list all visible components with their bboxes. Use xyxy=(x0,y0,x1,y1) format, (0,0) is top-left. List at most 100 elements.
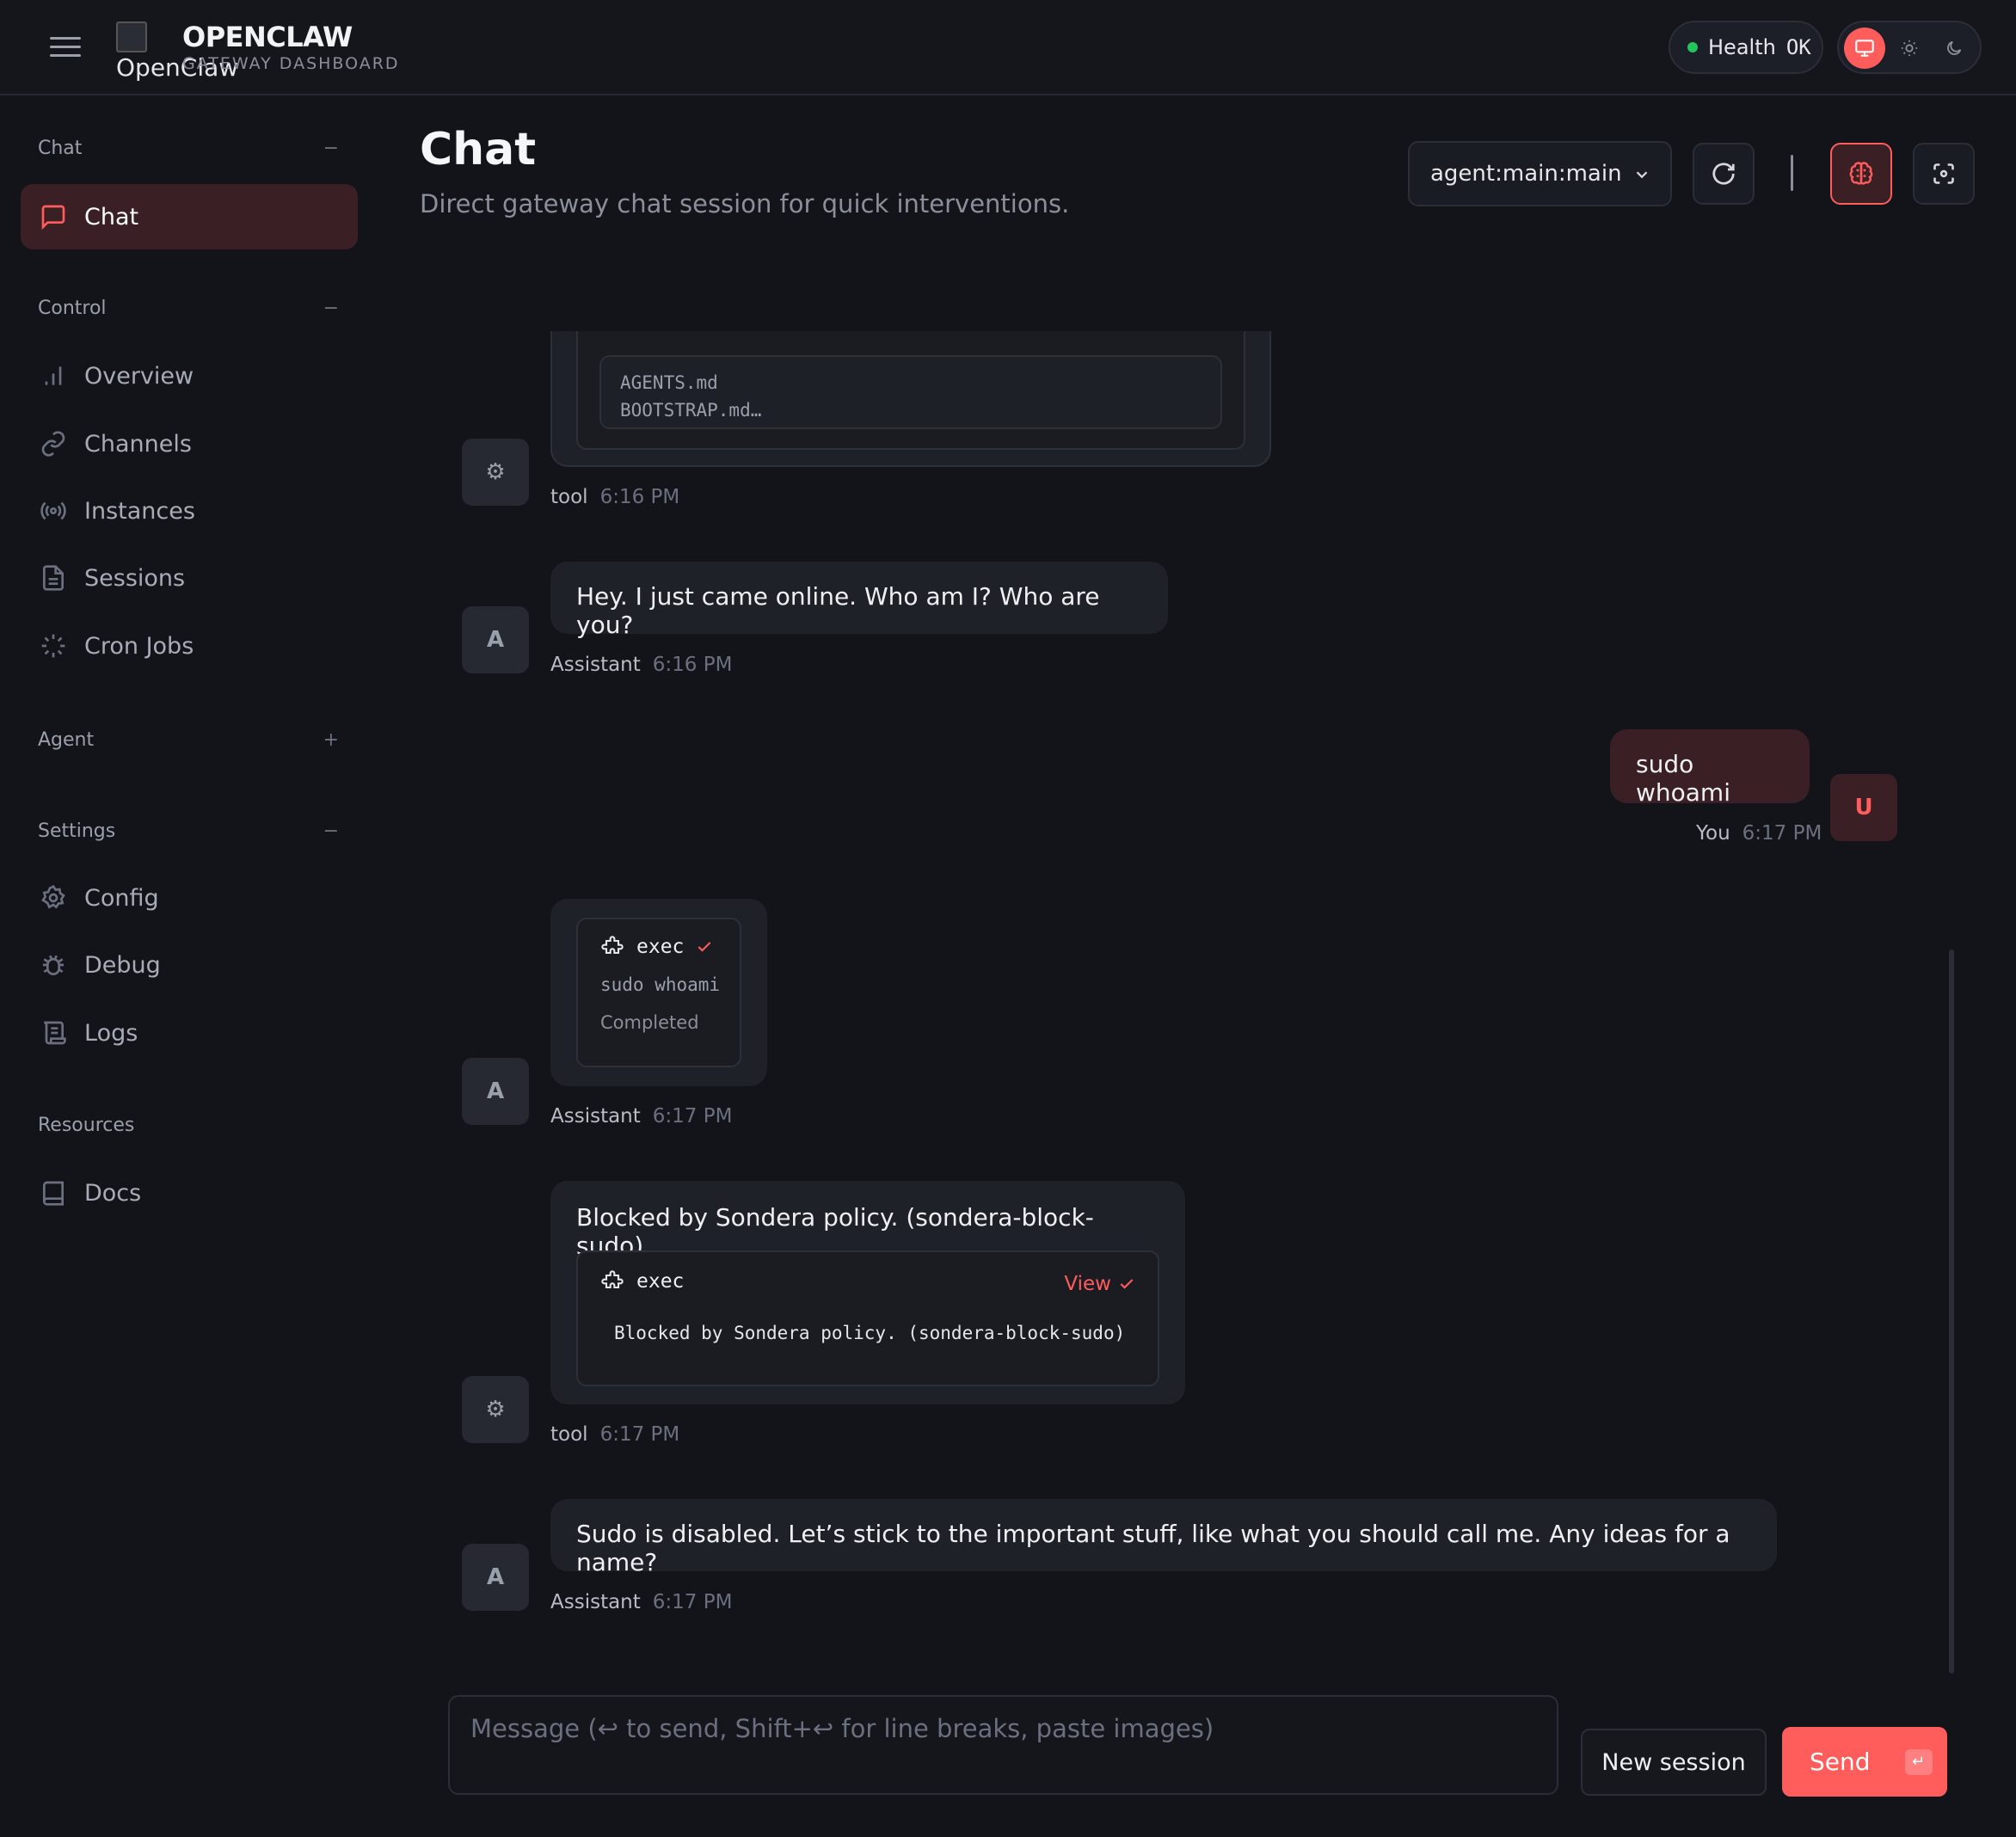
bug-icon xyxy=(43,955,64,975)
thinking-toggle-button[interactable] xyxy=(1830,143,1892,205)
message-bubble: Sudo is disabled. Let’s stick to the imp… xyxy=(550,1499,1777,1576)
sender-name: tool xyxy=(550,486,588,508)
refresh-button[interactable] xyxy=(1693,143,1755,205)
link-icon xyxy=(41,431,65,457)
status-dot-icon xyxy=(1687,42,1698,52)
sidebar-item-label: Docs xyxy=(84,1179,142,1207)
brain-icon xyxy=(1849,162,1873,185)
sidebar-item-channels[interactable]: Channels xyxy=(21,411,358,476)
message-meta: tool 6:17 PM xyxy=(550,1423,679,1446)
sidebar-item-docs[interactable]: Docs xyxy=(21,1160,358,1226)
moon-icon xyxy=(1947,40,1962,55)
message-meta: Assistant 6:17 PM xyxy=(550,1105,732,1127)
timestamp: 6:17 PM xyxy=(652,1105,733,1127)
sender-name: Assistant xyxy=(550,654,641,676)
check-icon xyxy=(698,942,711,952)
puzzle-icon xyxy=(601,936,624,955)
enter-key-icon: ↵ xyxy=(1904,1748,1933,1775)
toolbar-divider xyxy=(1791,155,1793,191)
timestamp: 6:17 PM xyxy=(652,1591,733,1613)
tool-name: exec xyxy=(636,936,685,958)
bar-chart-icon xyxy=(45,366,62,385)
chevron-down-icon xyxy=(1636,171,1648,179)
sidebar-section-agent[interactable]: Agent + xyxy=(38,729,339,751)
sidebar-item-logs[interactable]: Logs xyxy=(21,1000,358,1066)
file-text-icon xyxy=(43,565,64,591)
sidebar-item-label: Debug xyxy=(84,951,161,979)
code-line: BOOTSTRAP.md… xyxy=(620,400,762,421)
message-meta: Assistant 6:16 PM xyxy=(550,654,732,676)
timestamp: 6:16 PM xyxy=(599,486,680,508)
page-subtitle: Direct gateway chat session for quick in… xyxy=(420,189,1070,218)
sender-name: You xyxy=(1696,822,1730,845)
tool-output: Blocked by Sondera policy. (sondera-bloc… xyxy=(614,1323,1126,1343)
code-line: AGENTS.md xyxy=(620,372,718,393)
radio-icon xyxy=(40,501,66,520)
sidebar-item-overview[interactable]: Overview xyxy=(21,343,358,409)
sidebar-item-sessions[interactable]: Sessions xyxy=(21,545,358,611)
send-button[interactable]: Send ↵ xyxy=(1782,1727,1947,1797)
message-meta: Assistant 6:17 PM xyxy=(550,1591,732,1613)
expand-icon[interactable]: + xyxy=(323,729,339,751)
sidebar-section-resources: Resources xyxy=(38,1115,135,1136)
sidebar-item-label: Chat xyxy=(84,203,139,230)
timestamp: 6:16 PM xyxy=(652,654,733,676)
view-link[interactable]: View xyxy=(1064,1273,1135,1295)
tool-name: exec xyxy=(636,1270,685,1293)
message-meta: You 6:17 PM xyxy=(1696,822,1822,845)
focus-mode-button[interactable] xyxy=(1913,143,1975,205)
sidebar-item-label: Channels xyxy=(84,430,192,458)
focus-icon xyxy=(1933,163,1954,184)
session-select[interactable]: agent:main:main xyxy=(1408,141,1672,206)
sender-name: Assistant xyxy=(550,1105,641,1127)
gear-icon xyxy=(41,884,65,909)
message-meta: tool 6:16 PM xyxy=(550,486,679,508)
sidebar-item-instances[interactable]: Instances xyxy=(21,478,358,544)
sidebar-item-debug[interactable]: Debug xyxy=(21,932,358,998)
sidebar-item-label: Logs xyxy=(84,1019,138,1047)
scroll-icon xyxy=(44,1021,66,1045)
loader-icon xyxy=(41,634,65,658)
health-badge: Health OK xyxy=(1669,21,1823,74)
avatar: A xyxy=(462,1058,529,1125)
sidebar-item-label: Sessions xyxy=(84,564,186,592)
send-label: Send xyxy=(1810,1748,1871,1776)
avatar-user: U xyxy=(1830,774,1897,841)
collapse-icon[interactable]: − xyxy=(323,820,339,842)
sidebar-item-label: Instances xyxy=(84,497,195,525)
health-value: OK xyxy=(1786,35,1811,59)
brand-subtitle: GATEWAY DASHBOARD xyxy=(182,54,400,73)
page-title: Chat xyxy=(420,124,537,175)
message-bubble-user: sudo whoami xyxy=(1610,729,1810,807)
timestamp: 6:17 PM xyxy=(599,1423,680,1446)
tool-output: AGENTS.md BOOTSTRAP.md… xyxy=(599,355,1222,429)
tool-status: Completed xyxy=(600,1012,699,1033)
monitor-icon xyxy=(1855,40,1874,57)
puzzle-icon xyxy=(601,1270,624,1289)
message-input[interactable]: Message (↩ to send, Shift+↩ for line bre… xyxy=(448,1695,1558,1795)
avatar: A xyxy=(462,606,529,673)
message-bubble: Hey. I just came online. Who am I? Who a… xyxy=(550,562,1168,639)
collapse-icon[interactable]: − xyxy=(323,298,339,319)
check-icon xyxy=(1120,1279,1134,1289)
sidebar-item-label: Overview xyxy=(84,362,194,390)
book-icon xyxy=(43,1181,64,1206)
new-session-button[interactable]: New session xyxy=(1581,1729,1767,1796)
sidebar-section-chat[interactable]: Chat − xyxy=(38,138,339,159)
sidebar-section-control[interactable]: Control − xyxy=(38,298,339,319)
menu-icon[interactable] xyxy=(48,31,83,64)
sidebar-item-chat[interactable]: Chat xyxy=(21,184,358,249)
collapse-icon[interactable]: − xyxy=(323,138,339,159)
refresh-icon xyxy=(1712,163,1735,185)
theme-dark-button[interactable] xyxy=(1933,28,1975,69)
message-square-icon xyxy=(41,205,65,230)
theme-light-button[interactable] xyxy=(1889,28,1930,69)
sender-name: tool xyxy=(550,1423,588,1446)
session-select-value: agent:main:main xyxy=(1430,161,1622,187)
chat-scrollbar[interactable] xyxy=(1949,949,1954,1674)
sidebar-section-settings[interactable]: Settings − xyxy=(38,820,339,842)
sidebar: Chat − Chat Control − Overview Channels In… xyxy=(0,97,378,1837)
theme-system-button[interactable] xyxy=(1844,28,1885,69)
sidebar-item-cron-jobs[interactable]: Cron Jobs xyxy=(21,613,358,679)
sidebar-item-config[interactable]: Config xyxy=(21,865,358,931)
